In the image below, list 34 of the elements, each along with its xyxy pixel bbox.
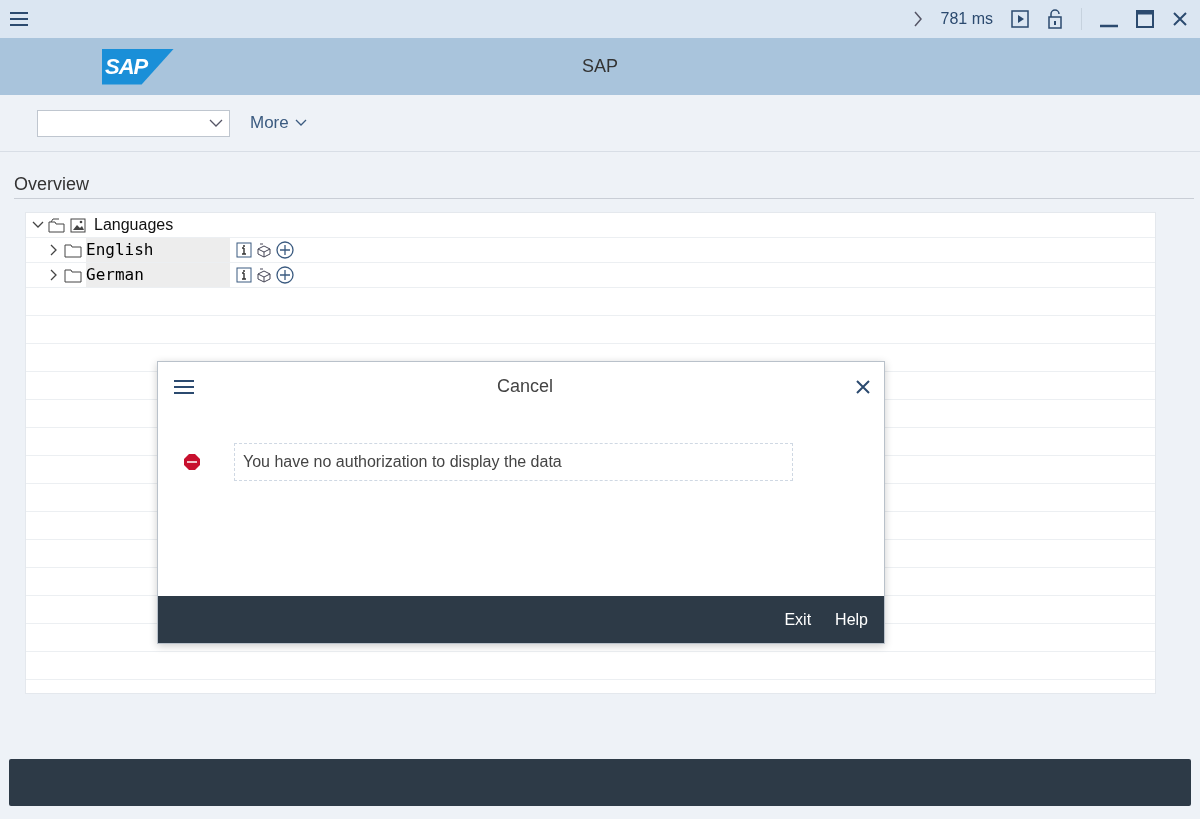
section-title: Overview — [14, 152, 1194, 199]
chevron-right-icon[interactable] — [912, 11, 923, 27]
add-icon[interactable] — [276, 241, 294, 259]
menu-icon[interactable] — [174, 378, 194, 395]
close-icon[interactable] — [1172, 11, 1188, 27]
box-icon[interactable] — [256, 267, 272, 283]
dialog-title: Cancel — [497, 376, 553, 397]
stop-sign-icon — [184, 453, 200, 470]
tree-node-label[interactable]: German — [86, 263, 230, 287]
tree-node-label[interactable]: English — [86, 238, 230, 262]
caret-icon — [294, 119, 307, 127]
response-time: 781 ms — [940, 10, 993, 28]
command-field[interactable] — [37, 109, 230, 137]
picture-icon — [70, 217, 86, 233]
sap-logo: SAP — [102, 48, 174, 85]
dropdown-caret-icon[interactable] — [209, 119, 223, 127]
box-icon[interactable] — [256, 242, 272, 258]
play-icon[interactable] — [1011, 10, 1029, 28]
add-icon[interactable] — [276, 266, 294, 284]
folder-icon — [64, 267, 82, 283]
open-folder-icon — [48, 217, 66, 233]
dialog-button[interactable]: Exit — [784, 610, 812, 629]
maximize-icon[interactable] — [1136, 10, 1154, 28]
unlock-icon[interactable] — [1047, 9, 1063, 29]
message-text: You have no authorization to display the data — [234, 442, 793, 481]
info-icon[interactable] — [236, 242, 252, 258]
info-icon[interactable] — [236, 267, 252, 283]
dialog-button[interactable]: Help — [835, 610, 868, 629]
more-menu-button[interactable]: More — [250, 113, 307, 133]
close-icon[interactable] — [856, 379, 870, 394]
window-title: SAP — [582, 56, 618, 77]
folder-icon — [64, 242, 82, 258]
tree-node-label[interactable]: Languages — [94, 216, 174, 234]
menu-icon[interactable] — [10, 12, 28, 26]
